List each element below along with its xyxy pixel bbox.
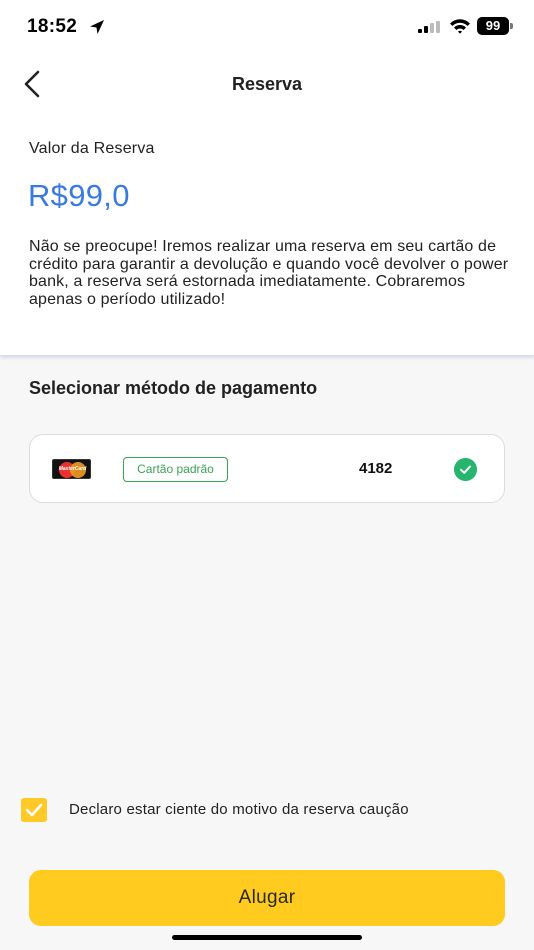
battery-icon: 99 xyxy=(477,17,513,35)
status-bar: 18:52 99 xyxy=(0,0,534,54)
consent-checkbox[interactable] xyxy=(21,798,47,822)
check-icon xyxy=(454,458,477,481)
mastercard-logo-text: MasterCard xyxy=(58,466,87,472)
location-arrow-icon xyxy=(90,20,104,34)
battery-tip xyxy=(510,23,513,29)
consent-row[interactable]: Declaro estar ciente do motivo da reserv… xyxy=(21,796,501,824)
payment-card-option[interactable]: MasterCard Cartão padrão 4182 xyxy=(29,434,505,503)
signal-icon xyxy=(418,21,440,33)
rent-button[interactable]: Alugar xyxy=(29,870,505,926)
reservation-amount: R$99,0 xyxy=(28,178,130,213)
consent-label: Declaro estar ciente do motivo da reserv… xyxy=(69,801,409,818)
page-title: Reserva xyxy=(231,74,303,94)
status-time: 18:52 xyxy=(27,16,78,37)
card-last-digits: 4182 xyxy=(359,460,393,477)
home-indicator xyxy=(172,935,362,940)
mastercard-icon: MasterCard xyxy=(52,459,91,479)
reservation-value-label: Valor da Reserva xyxy=(29,140,155,157)
reservation-panel: 18:52 99 Reserva Valor da Reserva R$99,0… xyxy=(0,0,534,356)
wifi-icon xyxy=(450,19,470,34)
battery-level: 99 xyxy=(477,17,509,35)
default-card-badge: Cartão padrão xyxy=(123,457,228,482)
reservation-notice: Não se preocupe! Iremos realizar uma res… xyxy=(29,238,509,308)
payment-method-heading: Selecionar método de pagamento xyxy=(29,378,318,398)
